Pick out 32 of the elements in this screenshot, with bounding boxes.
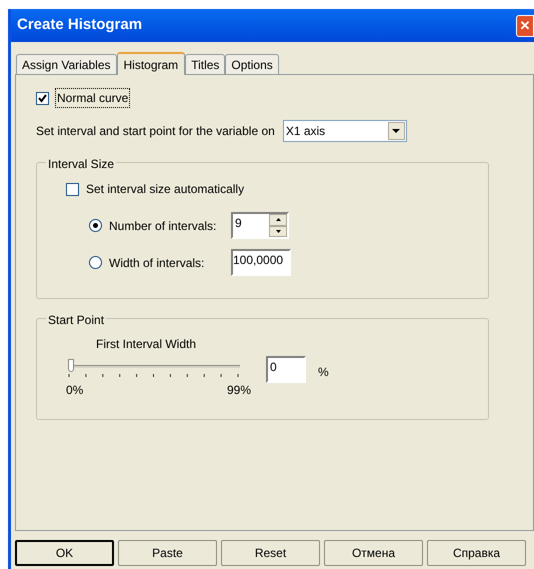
slider-thumb[interactable]: [68, 359, 74, 372]
tab[interactable]: Titles: [185, 54, 226, 74]
axis-dropdown[interactable]: X1 axis: [282, 120, 407, 142]
scale-label: 99%: [226, 382, 251, 399]
input-field[interactable]: 100,0000: [231, 249, 291, 276]
checkbox-label[interactable]: Set interval size automatically: [86, 180, 244, 198]
slider-label: First Interval Width: [96, 336, 198, 353]
checkbox[interactable]: [36, 92, 49, 104]
unit-label: %: [318, 364, 329, 381]
dialog-button[interactable]: Paste: [118, 540, 217, 566]
window-title: Create Histogram: [17, 15, 142, 36]
dialog-button[interactable]: Reset: [221, 540, 320, 566]
checkbox[interactable]: [66, 182, 79, 196]
field-label: Set interval and start point for the variable on: [36, 123, 275, 140]
radio-button[interactable]: [89, 219, 102, 232]
close-button[interactable]: ✕: [516, 14, 534, 36]
radio-label[interactable]: Number of intervals:: [109, 216, 231, 234]
checkbox-label[interactable]: Normal curve: [55, 88, 130, 108]
tab[interactable]: Options: [225, 54, 279, 74]
dialog-button[interactable]: Справка: [427, 540, 526, 566]
dialog-button[interactable]: Отмена: [324, 540, 423, 566]
radio-button[interactable]: [89, 256, 102, 269]
percent-field[interactable]: 0: [266, 356, 306, 383]
dropdown-value: X1 axis: [286, 123, 326, 140]
scale-label: 0%: [66, 382, 84, 399]
dialog-button[interactable]: OK: [15, 540, 114, 566]
slider-track[interactable]: [68, 359, 240, 373]
spin-arrows-icon[interactable]: [269, 214, 287, 237]
spin-field[interactable]: 9: [231, 212, 289, 239]
radio-label[interactable]: Width of intervals:: [109, 254, 231, 272]
tab[interactable]: Assign Variables: [16, 54, 116, 74]
tab[interactable]: Histogram: [116, 52, 186, 75]
